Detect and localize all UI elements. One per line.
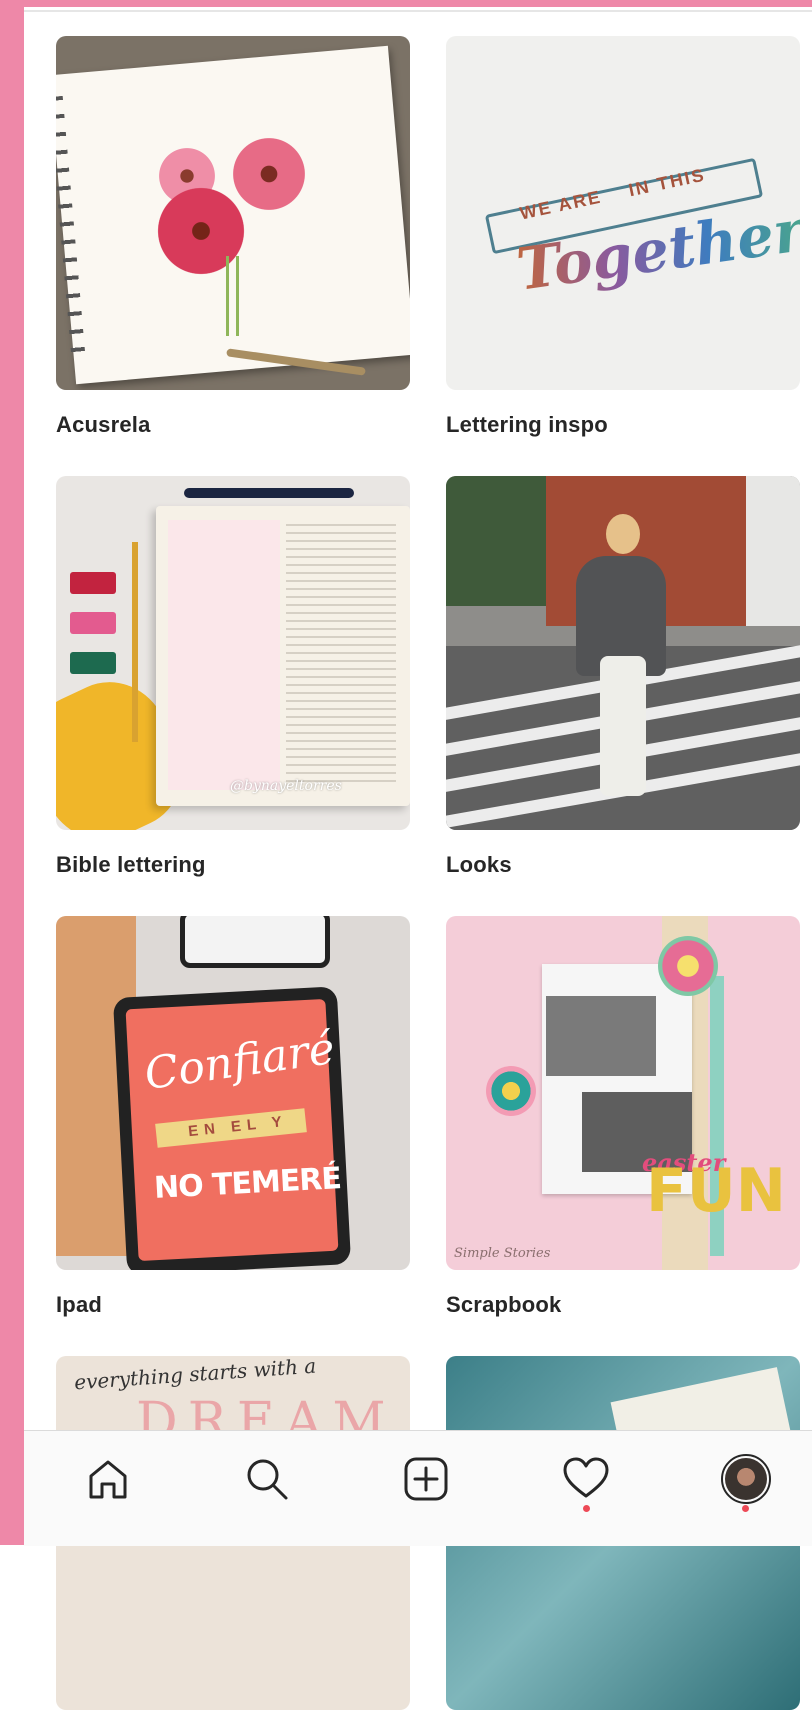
tab-profile[interactable] bbox=[716, 1449, 776, 1509]
collection-title[interactable]: Looks bbox=[446, 852, 512, 878]
collection-tile[interactable]: Confiaré EN EL Y NO TEMERÉ Ipad bbox=[56, 916, 410, 1317]
text-lines bbox=[286, 524, 396, 784]
brand-caption: Simple Stories bbox=[454, 1246, 551, 1261]
scrapbook-title: FUN bbox=[646, 1156, 786, 1226]
profile-notification-dot bbox=[742, 1505, 749, 1512]
collection-cover-image[interactable]: WE ARE IN THIS Together bbox=[446, 36, 800, 390]
paint-block bbox=[70, 652, 116, 674]
frame-top-border bbox=[0, 0, 812, 7]
tree bbox=[446, 476, 556, 606]
collection-title[interactable]: Acusrela bbox=[56, 412, 151, 438]
heart-icon bbox=[563, 1457, 609, 1498]
collection-title[interactable]: Scrapbook bbox=[446, 1292, 562, 1318]
avatar bbox=[721, 1454, 771, 1504]
search-icon bbox=[247, 1459, 288, 1500]
activity-notification-dot bbox=[583, 1505, 590, 1512]
flower-embellishment bbox=[486, 1066, 536, 1116]
flower-stems bbox=[206, 256, 256, 336]
tab-create[interactable] bbox=[396, 1449, 456, 1509]
paint-block bbox=[70, 612, 116, 634]
collection-title[interactable]: Ipad bbox=[56, 1292, 102, 1318]
tab-activity[interactable] bbox=[556, 1449, 616, 1509]
bottom-tab-bar bbox=[24, 1430, 812, 1546]
tab-home[interactable] bbox=[78, 1449, 138, 1509]
lettering-script: everything starts with a bbox=[73, 1356, 317, 1395]
plus-square-icon bbox=[404, 1457, 448, 1501]
watermark-signature: @bynayeltorres bbox=[230, 778, 342, 794]
collection-title[interactable]: Bible lettering bbox=[56, 852, 206, 878]
frame-left-border bbox=[0, 0, 24, 1545]
collection-tile[interactable]: @bynayeltorres Bible lettering bbox=[56, 476, 410, 877]
header-divider bbox=[24, 10, 812, 12]
tab-search[interactable] bbox=[237, 1449, 297, 1509]
white-building bbox=[746, 476, 800, 626]
collection-cover-image[interactable] bbox=[56, 36, 410, 390]
photo bbox=[546, 996, 656, 1076]
collection-cover-image[interactable]: Confiaré EN EL Y NO TEMERÉ bbox=[56, 916, 410, 1270]
collection-title[interactable]: Lettering inspo bbox=[446, 412, 608, 438]
pen bbox=[184, 488, 354, 498]
collection-cover-image[interactable] bbox=[446, 476, 800, 830]
phone bbox=[180, 916, 330, 968]
collection-cover-image[interactable]: easter FUN Simple Stories bbox=[446, 916, 800, 1270]
home-icon bbox=[89, 1460, 127, 1499]
collection-tile[interactable]: Acusrela bbox=[56, 36, 410, 437]
collection-tile[interactable]: easter FUN Simple Stories Scrapbook bbox=[446, 916, 800, 1317]
flower-embellishment bbox=[658, 936, 718, 996]
collection-cover-image[interactable]: @bynayeltorres bbox=[56, 476, 410, 830]
collection-tile[interactable]: Looks bbox=[446, 476, 800, 877]
collection-tile[interactable]: WE ARE IN THIS Together Lettering inspo bbox=[446, 36, 800, 437]
person-head bbox=[606, 514, 640, 554]
person-pants bbox=[600, 656, 646, 796]
paint-block bbox=[70, 572, 116, 594]
lettered-page bbox=[168, 520, 280, 790]
paintbrush bbox=[132, 542, 138, 742]
